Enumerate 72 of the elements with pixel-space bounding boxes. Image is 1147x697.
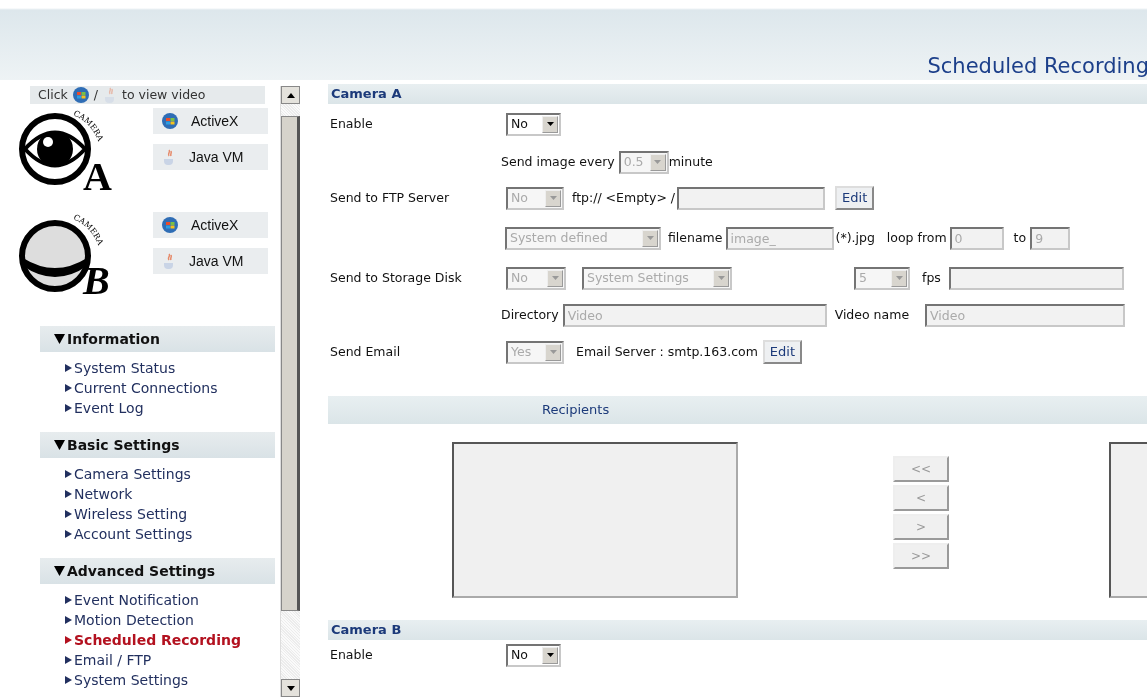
section-header: Recipients xyxy=(328,396,1147,424)
bullet-icon xyxy=(65,404,72,412)
caret-icon xyxy=(549,350,557,354)
globe-icon xyxy=(161,216,179,234)
scroll-up-button[interactable] xyxy=(281,86,300,104)
menu-link[interactable]: Event Log xyxy=(65,398,280,418)
field-label: loop from xyxy=(886,228,947,247)
up-arrow-icon xyxy=(286,92,295,98)
scrollbar-thumb[interactable] xyxy=(281,116,300,611)
caret-icon xyxy=(546,122,554,126)
hint-text: Click xyxy=(38,85,68,104)
caret-icon xyxy=(646,236,654,240)
caret-icon xyxy=(654,160,662,164)
activex-button[interactable]: ActiveX xyxy=(153,108,268,134)
globe-icon xyxy=(161,112,179,130)
bullet-icon xyxy=(65,616,72,624)
down-arrow-icon xyxy=(286,685,295,691)
bullet-icon xyxy=(65,384,72,392)
caret-icon xyxy=(546,653,554,657)
java-button[interactable]: Java VM xyxy=(153,248,268,274)
menu-link[interactable]: Current Connections xyxy=(65,378,280,398)
field-label: Send to FTP Server xyxy=(329,188,451,207)
field-label: Enable xyxy=(329,114,374,133)
java-button[interactable]: Java VM xyxy=(153,144,268,170)
field-label: Enable xyxy=(329,645,374,664)
bullet-icon xyxy=(65,636,72,644)
bullet-icon xyxy=(65,510,72,518)
menu-link[interactable]: Network xyxy=(65,484,280,504)
bullet-icon xyxy=(65,596,72,604)
field-label: filename xyxy=(668,228,723,247)
dropdown[interactable]: No xyxy=(506,643,561,667)
field-label: to xyxy=(1013,228,1027,247)
menu-link[interactable]: Motion Detection xyxy=(65,610,280,630)
field-label: minute xyxy=(668,152,713,171)
bullet-icon xyxy=(65,530,72,538)
activex-button[interactable]: ActiveX xyxy=(153,212,268,238)
field-label: Send Email xyxy=(329,342,402,361)
menu-link[interactable]: Email / FTP xyxy=(65,650,280,670)
bullet-icon xyxy=(65,364,72,372)
logo-letter: B xyxy=(83,258,110,303)
field-label: ftp:// <Empty> / xyxy=(572,188,676,207)
section-header: Camera B xyxy=(328,620,1147,640)
menu-link[interactable]: Account Settings xyxy=(65,524,280,544)
bullet-icon xyxy=(65,676,72,684)
section-header: Camera A xyxy=(328,84,1147,104)
field-label: Directory xyxy=(501,305,559,324)
menu-link[interactable]: Event Notification xyxy=(65,590,280,610)
hint-text: to view video xyxy=(122,85,206,104)
globe-icon xyxy=(71,86,90,104)
caret-icon xyxy=(895,276,903,280)
dropdown[interactable]: No xyxy=(506,112,561,136)
caret-icon xyxy=(551,276,559,280)
field-label: fps xyxy=(922,268,941,287)
menu-link[interactable]: Camera Settings xyxy=(65,464,280,484)
field-label: Email Server : smtp.163.com xyxy=(576,342,758,361)
bullet-icon xyxy=(65,490,72,498)
field-label: Send image every xyxy=(501,152,615,171)
field-label: Video name xyxy=(834,305,910,324)
bullet-icon xyxy=(65,656,72,664)
field-label: Send to Storage Disk xyxy=(329,268,463,287)
menu-link[interactable]: System Settings xyxy=(65,670,280,690)
caret-icon xyxy=(549,196,557,200)
caret-icon xyxy=(717,276,725,280)
field-label: (*).jpg xyxy=(835,228,875,247)
bullet-icon xyxy=(65,470,72,478)
menu-link[interactable]: Scheduled Recording xyxy=(65,630,280,650)
scroll-down-button[interactable] xyxy=(281,679,300,697)
hint-text: / xyxy=(93,85,98,104)
menu-link[interactable]: System Status xyxy=(65,358,280,378)
logo-letter: A xyxy=(83,154,112,199)
page-title: Scheduled Recording xyxy=(926,53,1147,80)
menu-link[interactable]: Wireless Setting xyxy=(65,504,280,524)
